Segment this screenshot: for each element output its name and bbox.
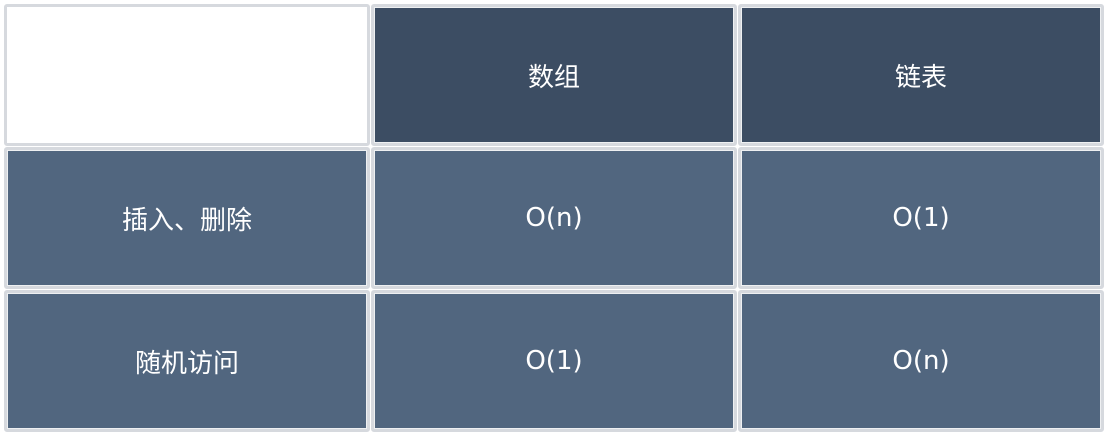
corner-cell (4, 4, 370, 146)
cell-linked-list-insert-delete: O(1) (738, 147, 1104, 289)
header-linked-list: 链表 (738, 4, 1104, 146)
cell-array-random-access: O(1) (371, 290, 737, 432)
comparison-table: 数组 链表 插入、删除 O(n) O(1) 随机访问 O(1) O(n) (4, 4, 1104, 432)
cell-linked-list-random-access: O(n) (738, 290, 1104, 432)
cell-array-insert-delete: O(n) (371, 147, 737, 289)
header-array: 数组 (371, 4, 737, 146)
row-label-insert-delete: 插入、删除 (4, 147, 370, 289)
row-label-random-access: 随机访问 (4, 290, 370, 432)
